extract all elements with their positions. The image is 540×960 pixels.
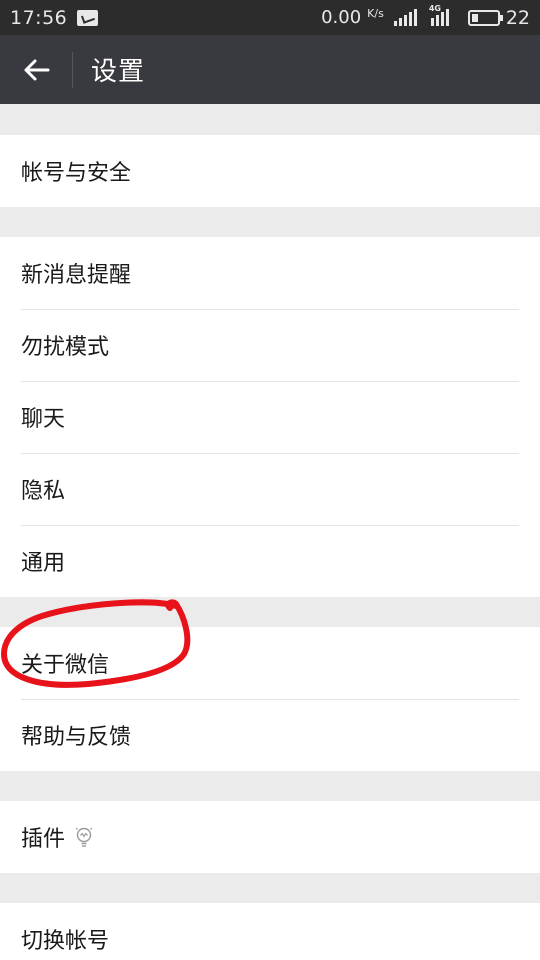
- setting-item-plugins[interactable]: 插件: [0, 801, 540, 873]
- settings-group-account: 帐号与安全: [0, 135, 540, 207]
- setting-item-do-not-disturb[interactable]: 勿扰模式: [0, 309, 540, 381]
- status-bar: 17:56 0.00 K/s 4G 22: [0, 0, 540, 35]
- lightbulb-icon: [75, 826, 93, 848]
- setting-item-privacy[interactable]: 隐私: [0, 453, 540, 525]
- setting-item-about-wechat[interactable]: 关于微信: [0, 627, 540, 699]
- settings-group-general: 新消息提醒 勿扰模式 聊天 隐私 通用: [0, 237, 540, 597]
- setting-item-label: 关于微信: [21, 653, 110, 678]
- setting-item-label: 插件: [21, 827, 66, 852]
- battery-icon: [467, 9, 503, 26]
- setting-item-label: 聊天: [21, 407, 66, 432]
- signal-4g-icon: 4G: [429, 4, 456, 26]
- battery-level: 22: [505, 6, 530, 29]
- setting-item-label: 切换帐号: [21, 929, 110, 954]
- setting-item-help-feedback[interactable]: 帮助与反馈: [0, 699, 540, 771]
- setting-item-label: 帮助与反馈: [21, 725, 132, 750]
- setting-item-chat[interactable]: 聊天: [0, 381, 540, 453]
- back-arrow-icon: [24, 59, 50, 80]
- title-bar: 设置: [0, 35, 540, 104]
- setting-item-general[interactable]: 通用: [0, 525, 540, 597]
- signal-icon: [393, 8, 419, 26]
- title-divider: [72, 51, 73, 88]
- setting-item-label: 勿扰模式: [21, 335, 110, 360]
- settings-group-plugins: 插件: [0, 801, 540, 873]
- setting-item-notifications[interactable]: 新消息提醒: [0, 237, 540, 309]
- setting-item-switch-account[interactable]: 切换帐号: [0, 903, 540, 960]
- setting-item-label: 新消息提醒: [21, 263, 132, 288]
- setting-item-label: 帐号与安全: [21, 161, 132, 186]
- notification-icon: [77, 9, 99, 26]
- back-button[interactable]: [0, 35, 72, 104]
- setting-item-label: 隐私: [21, 479, 66, 504]
- net-speed: 0.00: [321, 7, 362, 28]
- settings-group-about: 关于微信 帮助与反馈: [0, 627, 540, 771]
- settings-group-switch: 切换帐号: [0, 903, 540, 960]
- setting-item-label: 通用: [21, 551, 66, 576]
- setting-item-account-security[interactable]: 帐号与安全: [0, 135, 540, 207]
- page-title: 设置: [91, 57, 146, 87]
- network-type: 4G: [428, 3, 441, 13]
- net-speed-unit: K/s: [367, 7, 384, 20]
- status-time: 17:56: [10, 6, 68, 29]
